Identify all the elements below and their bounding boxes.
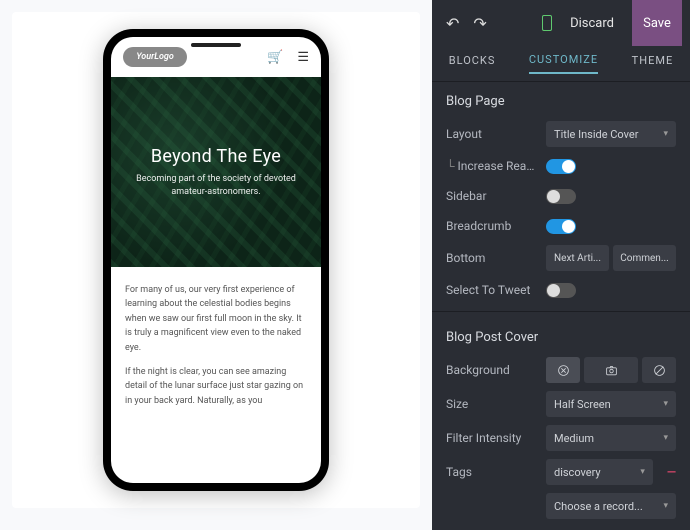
hero-cover: Beyond The Eye Becoming part of the soci…	[111, 77, 321, 267]
breadcrumb-toggle[interactable]	[546, 219, 576, 234]
bg-image-button[interactable]	[584, 357, 638, 383]
layout-select[interactable]: Title Inside Cover	[546, 121, 676, 147]
tag-text: discovery	[554, 466, 601, 479]
camera-icon	[605, 364, 618, 377]
panel-toolbar: ↶ ↷ Discard Save	[432, 0, 690, 46]
tab-blocks[interactable]: BLOCKS	[449, 54, 496, 73]
bottom-next-article-button[interactable]: Next Arti...	[546, 245, 609, 271]
breadcrumb-label: Breadcrumb	[446, 219, 538, 233]
mobile-device-icon[interactable]	[542, 15, 552, 31]
increase-readability-label: Increase Read...	[446, 159, 538, 173]
filter-intensity-label: Filter Intensity	[446, 431, 538, 445]
tag-add-select[interactable]: Choose a record...	[546, 493, 676, 519]
article-body: For many of us, our very first experienc…	[111, 267, 321, 434]
size-label: Size	[446, 397, 538, 411]
section-blog-cover: Blog Post Cover	[432, 318, 690, 353]
bottom-comments-button[interactable]: Commen...	[613, 245, 676, 271]
bottom-label: Bottom	[446, 251, 538, 265]
tab-customize[interactable]: CUSTOMIZE	[529, 53, 598, 74]
redo-icon[interactable]: ↷	[473, 14, 486, 33]
tag-remove-icon[interactable]: —	[667, 465, 676, 479]
discard-button[interactable]: Discard	[560, 16, 624, 31]
select-to-tweet-label: Select To Tweet	[446, 283, 538, 297]
editor-panel: ↶ ↷ Discard Save BLOCKS CUSTOMIZE THEME …	[432, 0, 690, 530]
size-select[interactable]: Half Screen	[546, 391, 676, 417]
bg-clear-button[interactable]	[642, 357, 676, 383]
save-button[interactable]: Save	[632, 0, 682, 46]
site-logo[interactable]: YourLogo	[123, 47, 187, 67]
layout-label: Layout	[446, 127, 538, 141]
tag-item[interactable]: discovery	[546, 459, 653, 485]
section-blog-page: Blog Page	[432, 82, 690, 117]
article-para: If the night is clear, you can see amazi…	[125, 365, 307, 408]
bg-none-button[interactable]	[546, 357, 580, 383]
tags-label: Tags	[446, 465, 538, 479]
article-para: For many of us, our very first experienc…	[125, 283, 307, 355]
phone-screen: YourLogo 🛒 ☰ Beyond The Eye Becoming par…	[111, 37, 321, 483]
menu-icon[interactable]: ☰	[297, 50, 309, 65]
increase-readability-toggle[interactable]	[546, 159, 576, 174]
tab-theme[interactable]: THEME	[632, 54, 674, 73]
phone-frame: YourLogo 🛒 ☰ Beyond The Eye Becoming par…	[103, 29, 329, 491]
cart-icon[interactable]: 🛒	[267, 50, 283, 65]
sidebar-label: Sidebar	[446, 189, 538, 203]
panel-tabs: BLOCKS CUSTOMIZE THEME	[432, 46, 690, 82]
select-to-tweet-toggle[interactable]	[546, 283, 576, 298]
sidebar-toggle[interactable]	[546, 189, 576, 204]
hero-title: Beyond The Eye	[151, 146, 281, 167]
hero-subtitle: Becoming part of the society of devoted …	[131, 173, 301, 198]
site-topbar: YourLogo 🛒 ☰	[111, 37, 321, 77]
slash-circle-icon	[653, 364, 666, 377]
circle-x-icon	[557, 364, 570, 377]
undo-icon[interactable]: ↶	[446, 14, 459, 33]
background-label: Background	[446, 363, 538, 377]
preview-canvas: YourLogo 🛒 ☰ Beyond The Eye Becoming par…	[12, 12, 420, 508]
filter-intensity-select[interactable]: Medium	[546, 425, 676, 451]
